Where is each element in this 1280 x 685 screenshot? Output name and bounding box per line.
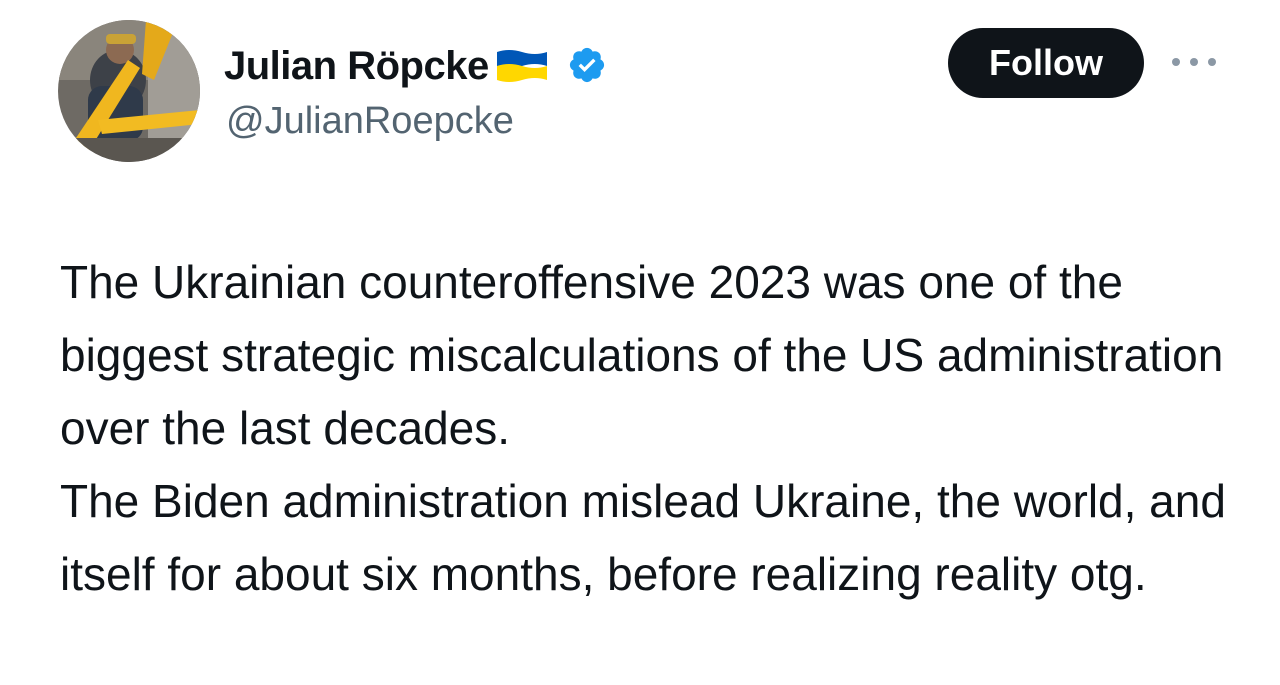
- author-handle[interactable]: @JulianRoepcke: [226, 100, 514, 143]
- more-dot: [1208, 58, 1216, 66]
- ukraine-flag-icon: [495, 48, 549, 89]
- tweet-card: Julian Röpcke @JulianRoepcke Follow The …: [0, 0, 1280, 685]
- avatar[interactable]: [58, 20, 200, 162]
- author-name-row: Julian Röpcke: [224, 38, 607, 94]
- tweet-paragraph: The Biden administration mislead Ukraine…: [60, 475, 1226, 600]
- verified-badge-icon[interactable]: [567, 45, 607, 90]
- more-dot: [1172, 58, 1180, 66]
- follow-button[interactable]: Follow: [948, 28, 1144, 98]
- more-dot: [1190, 58, 1198, 66]
- tweet-body: The Ukrainian counteroffensive 2023 was …: [60, 246, 1250, 611]
- tweet-paragraph: The Ukrainian counteroffensive 2023 was …: [60, 256, 1224, 454]
- avatar-image: [58, 20, 200, 162]
- more-options-icon[interactable]: [1172, 50, 1216, 74]
- display-name[interactable]: Julian Röpcke: [224, 44, 489, 89]
